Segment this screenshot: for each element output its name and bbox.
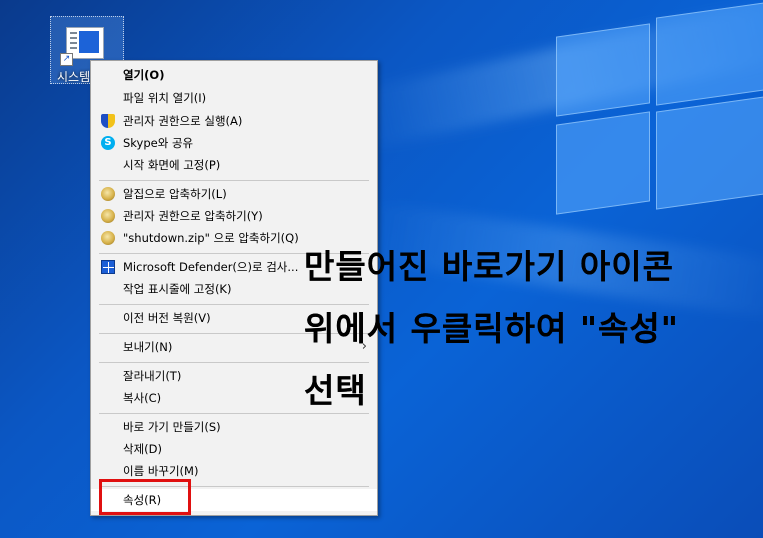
menu-separator <box>99 362 369 363</box>
menu-item-label: 열기(O) <box>123 68 165 82</box>
menu-separator <box>99 413 369 414</box>
menu-item-label: 관리자 권한으로 압축하기(Y) <box>123 209 263 223</box>
menu-item-create-shortcut[interactable]: 바로 가기 만들기(S) <box>91 416 377 438</box>
menu-item-delete[interactable]: 삭제(D) <box>91 438 377 460</box>
menu-item-share-skype[interactable]: S Skype와 공유 <box>91 132 377 154</box>
context-menu: 열기(O) 파일 위치 열기(I) 관리자 권한으로 실행(A) S Skype… <box>90 60 378 516</box>
menu-item-pin-start[interactable]: 시작 화면에 고정(P) <box>91 154 377 176</box>
menu-separator <box>99 180 369 181</box>
alzip-admin-icon <box>101 209 115 223</box>
menu-item-label: 보내기(N) <box>123 340 173 354</box>
windows-logo-pane <box>656 96 763 210</box>
menu-item-label: 잘라내기(T) <box>123 369 182 383</box>
menu-item-label: 시작 화면에 고정(P) <box>123 158 221 172</box>
properties-highlight-box <box>99 479 191 515</box>
menu-item-label: 관리자 권한으로 실행(A) <box>123 114 243 128</box>
menu-item-label: 복사(C) <box>123 391 162 405</box>
skype-icon: S <box>101 136 115 150</box>
menu-item-alzip-compress[interactable]: 알집으로 압축하기(L) <box>91 183 377 205</box>
windows-logo-pane <box>556 111 650 215</box>
menu-item-run-as-admin[interactable]: 관리자 권한으로 실행(A) <box>91 110 377 132</box>
menu-item-label: Skype와 공유 <box>123 136 194 150</box>
windows-logo-pane <box>656 2 763 106</box>
menu-item-label: 바로 가기 만들기(S) <box>123 420 221 434</box>
menu-item-label: "shutdown.zip" 으로 압축하기(Q) <box>123 231 299 245</box>
alzip-icon <box>101 187 115 201</box>
menu-item-alzip-admin[interactable]: 관리자 권한으로 압축하기(Y) <box>91 205 377 227</box>
caption-line: 위에서 우클릭하여 "속성" <box>304 309 679 348</box>
shortcut-arrow-icon: ↗ <box>60 53 73 66</box>
alzip-icon <box>101 231 115 245</box>
menu-item-label: 파일 위치 열기(I) <box>123 91 207 105</box>
caption-line: 만들어진 바로가기 아이콘 <box>304 247 674 286</box>
uac-shield-icon <box>101 114 115 128</box>
menu-item-label: 삭제(D) <box>123 442 162 456</box>
menu-item-label: 알집으로 압축하기(L) <box>123 187 227 201</box>
menu-item-label: 이전 버전 복원(V) <box>123 311 211 325</box>
menu-item-label: 작업 표시줄에 고정(K) <box>123 282 232 296</box>
caption-line: 선택 <box>304 371 367 410</box>
windows-logo-pane <box>556 23 650 117</box>
defender-icon <box>101 260 115 274</box>
menu-item-open[interactable]: 열기(O) <box>91 64 377 86</box>
menu-item-label: Microsoft Defender(으)로 검사... <box>123 260 299 274</box>
menu-item-open-file-location[interactable]: 파일 위치 열기(I) <box>91 87 377 109</box>
